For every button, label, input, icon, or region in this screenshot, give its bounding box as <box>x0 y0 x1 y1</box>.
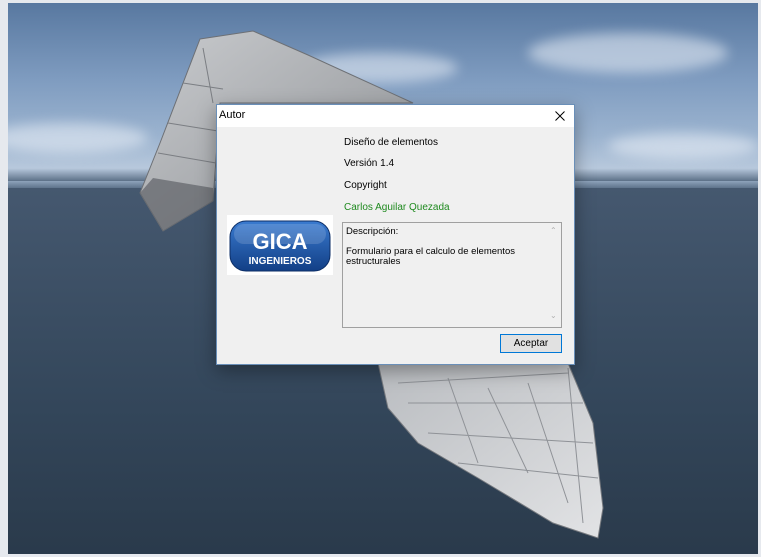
company-logo: GICA INGENIEROS <box>227 215 333 275</box>
scroll-up-icon[interactable]: ⌃ <box>550 226 557 235</box>
version-label: Versión 1.4 <box>344 158 395 169</box>
logo-text-sub: INGENIEROS <box>249 256 312 267</box>
author-name: Carlos Aguilar Quezada <box>344 202 450 213</box>
description-textbox[interactable]: Descripción: Formulario para el calculo … <box>342 222 562 328</box>
product-name: Diseño de elementos <box>344 137 438 148</box>
copyright-label: Copyright <box>344 180 387 191</box>
dialog-title: Autor <box>219 109 246 121</box>
close-button[interactable] <box>546 105 574 127</box>
accept-button[interactable]: Aceptar <box>500 334 562 353</box>
scroll-down-icon[interactable]: ⌄ <box>550 311 557 320</box>
logo-text-main: GICA <box>253 229 308 254</box>
dialog-titlebar: Autor <box>217 105 574 127</box>
close-icon <box>555 111 565 121</box>
about-dialog: Autor GICA INGENIEROS Diseño de elemento… <box>216 104 575 365</box>
vertical-scrollbar[interactable]: ⌃ ⌄ <box>546 223 561 327</box>
description-text: Descripción: Formulario para el calculo … <box>346 226 515 267</box>
